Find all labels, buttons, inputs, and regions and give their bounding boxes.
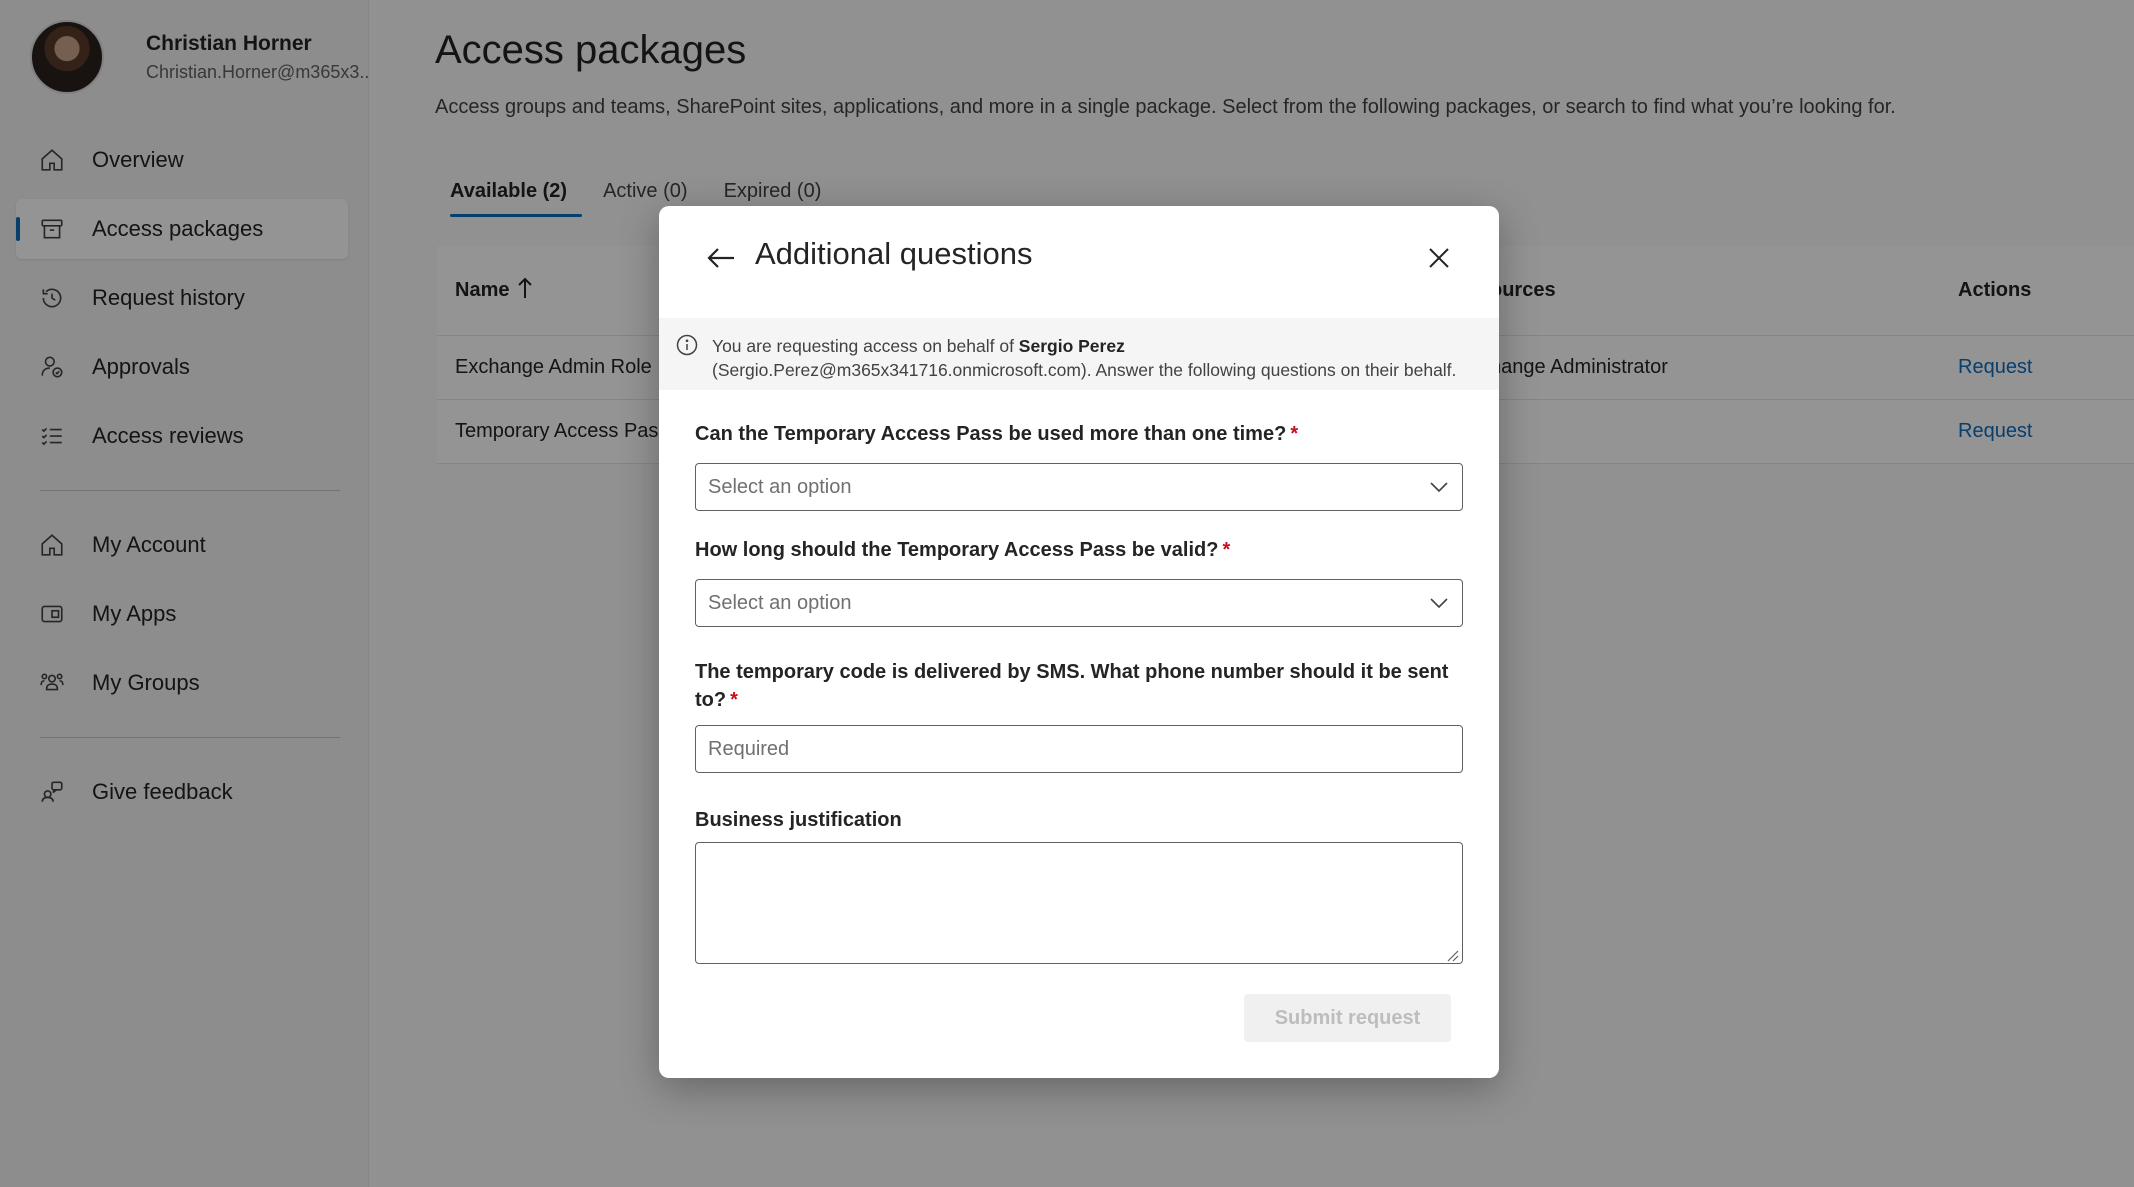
- info-icon: [676, 334, 698, 356]
- additional-questions-dialog: Additional questions You are requesting …: [659, 206, 1499, 1078]
- info-text: You are requesting access on behalf of S…: [712, 334, 1479, 382]
- required-marker: *: [1290, 423, 1299, 445]
- app-root: Christian Horner Christian.Horner@m365x3…: [0, 0, 2134, 1187]
- phone-number-input[interactable]: [695, 725, 1463, 773]
- arrow-left-icon: [706, 246, 736, 275]
- info-suffix: (Sergio.Perez@m365x341716.onmicrosoft.co…: [712, 360, 1457, 380]
- question-1-label: Can the Temporary Access Pass be used mo…: [695, 420, 1475, 448]
- info-prefix: You are requesting access on behalf of: [712, 336, 1019, 356]
- required-marker: *: [730, 689, 738, 711]
- question-1-text: Can the Temporary Access Pass be used mo…: [695, 423, 1287, 445]
- required-marker: *: [1222, 539, 1231, 561]
- question-2-select[interactable]: Select an option: [695, 579, 1463, 627]
- question-1-select[interactable]: Select an option: [695, 463, 1463, 511]
- business-justification-label: Business justification: [695, 809, 902, 831]
- submit-request-button[interactable]: Submit request: [1244, 994, 1451, 1042]
- dialog-title: Additional questions: [755, 236, 1033, 271]
- question-2-label: How long should the Temporary Access Pas…: [695, 536, 1475, 564]
- business-justification-textarea[interactable]: [695, 842, 1463, 964]
- select-value: Select an option: [708, 475, 852, 498]
- question-3-text: The temporary code is delivered by SMS. …: [695, 661, 1449, 711]
- on-behalf-info-bar: You are requesting access on behalf of S…: [659, 318, 1499, 390]
- close-button[interactable]: [1419, 240, 1459, 280]
- resize-handle-icon[interactable]: [1445, 948, 1459, 967]
- question-2-text: How long should the Temporary Access Pas…: [695, 539, 1219, 561]
- info-person-name: Sergio Perez: [1018, 336, 1125, 356]
- close-icon: [1428, 247, 1450, 274]
- chevron-down-icon: [1428, 476, 1450, 498]
- chevron-down-icon: [1428, 592, 1450, 614]
- back-button[interactable]: [701, 240, 741, 280]
- question-3-label: The temporary code is delivered by SMS. …: [695, 658, 1475, 714]
- select-value: Select an option: [708, 591, 852, 614]
